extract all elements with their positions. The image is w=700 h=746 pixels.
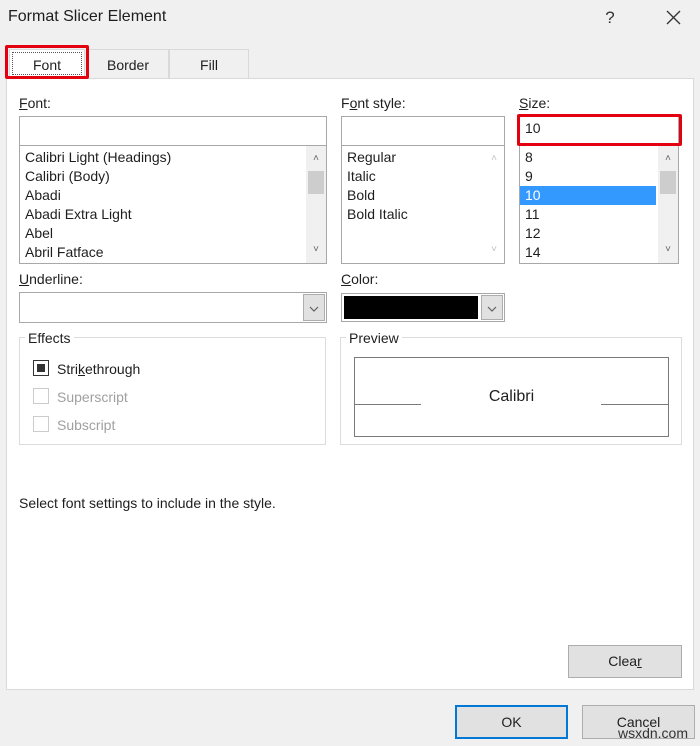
font-style-list-item[interactable]: Bold bbox=[342, 186, 504, 205]
subscript-label: Subscript bbox=[57, 417, 116, 433]
font-list-item[interactable]: Calibri (Body) bbox=[20, 167, 326, 186]
clear-button[interactable]: Clear bbox=[568, 645, 682, 678]
font-list-item[interactable]: Abadi Extra Light bbox=[20, 205, 326, 224]
scroll-up-icon[interactable]: ˄ bbox=[658, 150, 678, 168]
preview-sample-text: Calibri bbox=[488, 388, 535, 405]
dialog-title: Format Slicer Element bbox=[8, 8, 167, 25]
watermark: wsxdn.com bbox=[617, 725, 688, 741]
close-button[interactable] bbox=[660, 6, 686, 30]
font-style-label-a: F bbox=[341, 95, 350, 111]
clear-mnemonic: r bbox=[637, 653, 642, 669]
color-label-text: olor: bbox=[351, 271, 379, 287]
font-label: Font: bbox=[19, 95, 51, 111]
underline-label-text: nderline: bbox=[29, 271, 83, 287]
font-style-list-item[interactable]: Regular bbox=[342, 148, 504, 167]
superscript-label: Superscript bbox=[57, 389, 128, 405]
color-dropdown-button[interactable] bbox=[481, 295, 503, 320]
preview-box: Calibri bbox=[354, 357, 669, 437]
preview-legend: Preview bbox=[346, 330, 402, 346]
underline-label: Underline: bbox=[19, 271, 83, 287]
subscript-checkbox[interactable] bbox=[33, 416, 49, 432]
underline-dropdown-button[interactable] bbox=[303, 294, 325, 321]
size-list[interactable]: 8 9 10 11 12 14 ˄ ˅ bbox=[519, 145, 679, 264]
size-list-item[interactable]: 8 bbox=[520, 148, 678, 167]
tab-border[interactable]: Border bbox=[87, 49, 169, 78]
font-list[interactable]: Calibri Light (Headings) Calibri (Body) … bbox=[19, 145, 327, 264]
font-list-item[interactable]: Calibri Light (Headings) bbox=[20, 148, 326, 167]
scroll-down-icon[interactable]: ˅ bbox=[658, 241, 678, 259]
font-list-scrollbar[interactable]: ˄ ˅ bbox=[306, 146, 326, 263]
strikethrough-mnemonic: k bbox=[78, 361, 85, 377]
color-dropdown[interactable] bbox=[341, 293, 505, 322]
indeterminate-mark bbox=[37, 364, 45, 372]
strikethrough-label[interactable]: Strikethrough bbox=[57, 361, 140, 377]
scroll-down-icon[interactable]: ˅ bbox=[306, 241, 326, 259]
font-style-list-item[interactable]: Bold Italic bbox=[342, 205, 504, 224]
font-style-list-scrollbar: ˄ ˅ bbox=[484, 146, 504, 263]
superscript-checkbox[interactable] bbox=[33, 388, 49, 404]
scroll-thumb[interactable] bbox=[660, 171, 676, 194]
tab-fill[interactable]: Fill bbox=[169, 49, 249, 78]
size-list-item[interactable]: 12 bbox=[520, 224, 678, 243]
size-list-item-selected[interactable]: 10 bbox=[520, 186, 656, 205]
size-list-item[interactable]: 14 bbox=[520, 243, 678, 262]
size-label-text: ize: bbox=[528, 95, 551, 111]
font-input[interactable] bbox=[19, 116, 327, 146]
size-label: Size: bbox=[519, 95, 550, 111]
tab-font[interactable]: Font bbox=[9, 49, 85, 79]
font-style-label: Font style: bbox=[341, 95, 406, 111]
hint-text: Select font settings to include in the s… bbox=[19, 495, 276, 511]
strikethrough-label-a: Stri bbox=[57, 361, 78, 377]
scroll-up-icon: ˄ bbox=[491, 153, 497, 164]
font-label-mnemonic: F bbox=[19, 95, 28, 111]
strikethrough-label-b: ethrough bbox=[85, 361, 141, 377]
clear-label-a: Clea bbox=[608, 653, 638, 669]
font-style-list[interactable]: Regular Italic Bold Bold Italic ˄ ˅ bbox=[341, 145, 505, 264]
chevron-down-icon bbox=[487, 306, 497, 312]
size-label-mnemonic: S bbox=[519, 95, 529, 111]
underline-dropdown[interactable] bbox=[19, 292, 327, 323]
font-style-label-b: nt style: bbox=[357, 95, 406, 111]
underline-label-mnemonic: U bbox=[19, 271, 30, 287]
close-icon bbox=[666, 10, 681, 25]
color-label: Color: bbox=[341, 271, 378, 287]
font-list-item[interactable]: Abadi bbox=[20, 186, 326, 205]
color-swatch bbox=[344, 296, 478, 319]
scroll-up-icon[interactable]: ˄ bbox=[306, 150, 326, 168]
font-list-item[interactable]: Abel bbox=[20, 224, 326, 243]
ok-button[interactable]: OK bbox=[455, 705, 568, 739]
size-list-item[interactable]: 9 bbox=[520, 167, 678, 186]
font-list-item[interactable]: Abril Fatface bbox=[20, 243, 326, 262]
size-input[interactable]: 10 bbox=[519, 116, 679, 146]
scroll-down-icon: ˅ bbox=[491, 244, 497, 255]
font-style-list-item[interactable]: Italic bbox=[342, 167, 504, 186]
color-label-mnemonic: C bbox=[341, 271, 352, 287]
scroll-thumb[interactable] bbox=[308, 171, 324, 194]
effects-legend: Effects bbox=[25, 330, 74, 346]
font-label-text: ont: bbox=[27, 95, 51, 111]
help-button[interactable]: ? bbox=[598, 6, 622, 30]
size-list-scrollbar[interactable]: ˄ ˅ bbox=[658, 146, 678, 263]
size-list-item[interactable]: 11 bbox=[520, 205, 678, 224]
strikethrough-checkbox[interactable] bbox=[33, 360, 49, 376]
chevron-down-icon bbox=[309, 306, 319, 312]
font-style-input[interactable] bbox=[341, 116, 505, 146]
